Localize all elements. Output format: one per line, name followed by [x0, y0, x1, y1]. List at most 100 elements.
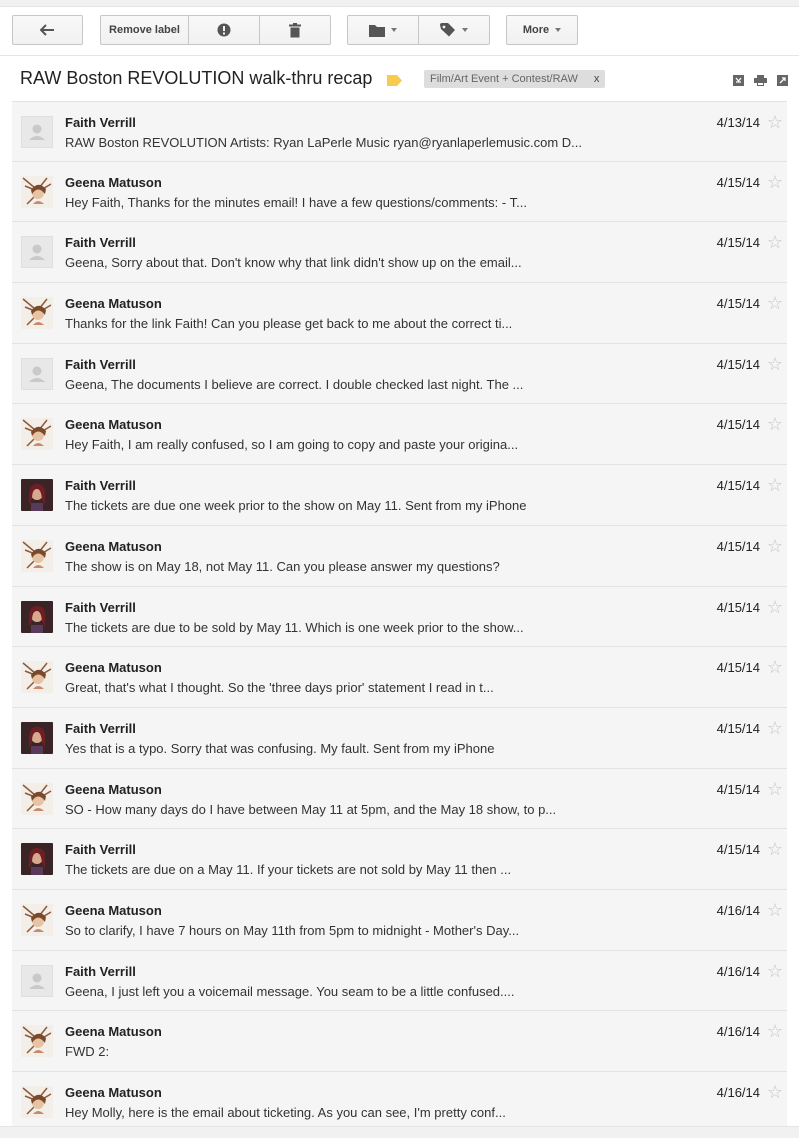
header-actions — [733, 73, 788, 91]
message-snippet: Hey Molly, here is the email about ticke… — [65, 1105, 506, 1120]
message-row[interactable]: Geena Matuson The show is on May 18, not … — [12, 525, 787, 587]
message-row[interactable]: Geena Matuson FWD 2: 4/16/14 ☆ — [12, 1011, 787, 1072]
message-date: 4/15/14 — [716, 478, 760, 494]
star-icon[interactable]: ☆ — [767, 901, 783, 919]
message-sender: Geena Matuson — [65, 1085, 162, 1100]
message-snippet: SO - How many days do I have between May… — [65, 801, 557, 817]
message-row[interactable]: Faith Verrill Yes that is a typo. Sorry t… — [12, 707, 787, 769]
message-sender: Faith Verrill — [65, 720, 136, 736]
report-spam-button[interactable] — [189, 15, 260, 45]
message-sender: Geena Matuson — [65, 174, 162, 190]
message-sender: Faith Verrill — [65, 235, 136, 251]
star-icon[interactable]: ☆ — [767, 415, 783, 433]
conversation-header: RAW Boston REVOLUTION walk-thru recap Fi… — [0, 55, 799, 101]
message-row[interactable]: Geena Matuson Hey Faith, I am really conf… — [12, 404, 787, 466]
move-to-button[interactable] — [347, 15, 419, 45]
message-date: 4/13/14 — [716, 115, 760, 130]
expand-all-icon[interactable] — [733, 73, 744, 91]
avatar — [21, 843, 53, 876]
message-row[interactable]: Geena Matuson Hey Molly, here is the emai… — [12, 1072, 787, 1133]
print-icon[interactable] — [754, 73, 767, 91]
trash-icon — [289, 22, 301, 38]
message-row[interactable]: Faith Verrill The tickets are due to be s… — [12, 586, 787, 648]
star-icon[interactable]: ☆ — [767, 294, 783, 312]
folder-icon — [369, 24, 385, 37]
back-button[interactable] — [12, 15, 83, 45]
star-icon[interactable]: ☆ — [767, 962, 783, 980]
message-sender: Geena Matuson — [65, 538, 162, 554]
message-snippet: Yes that is a typo. Sorry that was confu… — [65, 740, 495, 756]
chevron-down-icon — [555, 28, 562, 32]
avatar — [21, 297, 53, 330]
message-list: Faith Verrill RAW Boston REVOLUTION Artis… — [12, 101, 787, 1133]
star-icon[interactable]: ☆ — [767, 173, 783, 191]
star-icon[interactable]: ☆ — [767, 476, 783, 494]
avatar — [21, 539, 53, 572]
tag-icon — [440, 23, 456, 37]
message-row[interactable]: Faith Verrill Geena, I just left you a vo… — [12, 950, 787, 1012]
message-row[interactable]: Faith Verrill Geena, Sorry about that. Do… — [12, 222, 787, 284]
more-button[interactable]: More — [506, 15, 578, 45]
message-sender: Faith Verrill — [65, 599, 136, 615]
star-icon[interactable]: ☆ — [767, 1083, 783, 1101]
message-sender: Geena Matuson — [65, 660, 162, 676]
avatar — [21, 964, 53, 997]
label-remove-button[interactable]: x — [594, 73, 600, 85]
star-icon[interactable]: ☆ — [767, 1022, 783, 1040]
star-icon[interactable]: ☆ — [767, 113, 783, 131]
message-date: 4/15/14 — [716, 356, 760, 372]
message-row[interactable]: Faith Verrill The tickets are due one wee… — [12, 465, 787, 526]
message-row[interactable]: Geena Matuson Hey Faith, Thanks for the m… — [12, 161, 787, 223]
star-icon[interactable]: ☆ — [767, 233, 783, 251]
message-date: 4/15/14 — [716, 660, 760, 676]
message-snippet: Geena, The documents I believe are corre… — [65, 376, 524, 392]
message-row[interactable]: Geena Matuson Great, that's what I though… — [12, 647, 787, 708]
label-chip[interactable]: Film/Art Event + Contest/RAW x — [424, 70, 606, 88]
message-snippet: Great, that's what I thought. So the 'th… — [65, 680, 494, 696]
message-sender: Faith Verrill — [65, 356, 136, 372]
top-strip — [0, 0, 799, 7]
message-row[interactable]: Faith Verrill The tickets are due on a Ma… — [12, 829, 787, 890]
message-date: 4/15/14 — [716, 599, 760, 615]
labels-button[interactable] — [419, 15, 490, 45]
avatar — [21, 418, 53, 451]
important-marker-icon[interactable] — [387, 73, 402, 91]
avatar — [21, 116, 53, 148]
avatar — [21, 721, 53, 754]
avatar — [21, 782, 53, 815]
avatar — [21, 175, 53, 208]
avatar — [21, 1086, 53, 1118]
message-row[interactable]: Faith Verrill RAW Boston REVOLUTION Artis… — [12, 101, 787, 162]
message-date: 4/15/14 — [716, 235, 760, 251]
message-snippet: The show is on May 18, not May 11. Can y… — [65, 558, 500, 574]
message-snippet: Hey Faith, I am really confused, so I am… — [65, 437, 519, 453]
star-icon[interactable]: ☆ — [767, 719, 783, 737]
star-icon[interactable]: ☆ — [767, 537, 783, 555]
star-icon[interactable]: ☆ — [767, 658, 783, 676]
star-icon[interactable]: ☆ — [767, 598, 783, 616]
message-date: 4/16/14 — [716, 902, 760, 918]
message-date: 4/16/14 — [716, 963, 760, 979]
delete-button[interactable] — [260, 15, 331, 45]
message-date: 4/15/14 — [716, 781, 760, 797]
message-row[interactable]: Faith Verrill Geena, The documents I beli… — [12, 343, 787, 405]
message-row[interactable]: Geena Matuson So to clarify, I have 7 hou… — [12, 889, 787, 951]
remove-label-button[interactable]: Remove label — [100, 15, 189, 45]
message-date: 4/16/14 — [716, 1085, 760, 1100]
star-icon[interactable]: ☆ — [767, 840, 783, 858]
message-row[interactable]: Geena Matuson SO - How many days do I hav… — [12, 768, 787, 830]
message-sender: Geena Matuson — [65, 781, 162, 797]
message-snippet: Thanks for the link Faith! Can you pleas… — [65, 316, 513, 332]
conversation-subject: RAW Boston REVOLUTION walk-thru recap — [20, 68, 373, 88]
message-row[interactable]: Geena Matuson Thanks for the link Faith! … — [12, 283, 787, 344]
chevron-down-icon — [462, 28, 468, 32]
chevron-down-icon — [391, 28, 397, 32]
star-icon[interactable]: ☆ — [767, 355, 783, 373]
message-snippet: Geena, I just left you a voicemail messa… — [65, 983, 515, 999]
new-window-icon[interactable] — [777, 73, 788, 91]
star-icon[interactable]: ☆ — [767, 780, 783, 798]
label-chip-text: Film/Art Event + Contest/RAW — [430, 73, 578, 85]
message-sender: Geena Matuson — [65, 417, 162, 433]
more-label: More — [522, 24, 550, 36]
message-date: 4/15/14 — [716, 417, 760, 433]
